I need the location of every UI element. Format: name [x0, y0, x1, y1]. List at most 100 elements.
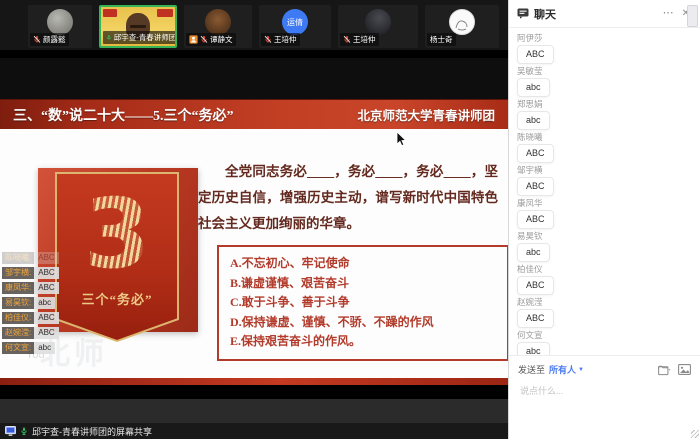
participant-strip: 颜露懿 邱宇查-青春讲师团: [28, 5, 499, 48]
participant-name: 王培仲: [353, 34, 376, 45]
chat-overlay-row: 易昊钦:abc: [2, 297, 59, 309]
participant-name-label: 邱宇查-青春讲师团: [103, 31, 177, 44]
participant-tile-active-speaker[interactable]: 邱宇查-青春讲师团: [99, 5, 177, 48]
more-icon[interactable]: ⋯: [663, 8, 674, 19]
participant-name: 杨士奇: [430, 34, 453, 45]
scrollbar-thumb[interactable]: [687, 5, 698, 27]
mic-muted-icon: [264, 35, 272, 44]
overlay-sender: 赵婉滢:: [2, 327, 34, 339]
badge-pennant-inner: 3 三个“务必”: [57, 174, 177, 340]
participant-tile[interactable]: 杨士奇: [425, 5, 499, 48]
sender-name: 郑思娟: [517, 98, 688, 110]
slide-header-bar: 三、“数”说二十大——5.三个“务必” 北京师范大学青春讲师团: [0, 99, 508, 129]
avatar: [205, 9, 231, 35]
sender-name: 邹宇横: [517, 164, 688, 176]
meeting-window: 颜露懿 邱宇查-青春讲师团: [0, 0, 700, 439]
overlay-text: ABC: [34, 252, 58, 264]
participant-name: 颜露懿: [43, 34, 66, 45]
screen-share-indicator: 邱宇查-青春讲师团的屏幕共享: [0, 423, 508, 439]
chat-overlay-row: 康凤华:ABC: [2, 282, 59, 294]
chat-overlay-list: 陈晓曦:ABC 邹宇横:ABC 康凤华:ABC 易昊钦:abc 柏佳仪:ABC …: [2, 252, 59, 354]
overlay-text: ABC: [34, 327, 58, 339]
chat-message: 康凤华ABC: [517, 197, 688, 229]
mic-muted-icon: [200, 35, 208, 44]
overlay-sender: 柏佳仪:: [2, 312, 34, 324]
overlay-text: abc: [34, 342, 55, 354]
chat-input[interactable]: [518, 385, 695, 397]
slide-body: 3 三个“务必” 全党同志务必____，务必____，务必____，坚定历史自信…: [0, 129, 508, 378]
chat-overlay-row: 邹宇横:ABC: [2, 267, 59, 279]
message-bubble: ABC: [517, 45, 554, 64]
sketch-avatar-icon: [454, 18, 470, 32]
overlay-text: ABC: [34, 282, 58, 294]
option-a: A.不忘初心、牢记使命: [230, 254, 496, 274]
chat-overlay-row: 柏佳仪:ABC: [2, 312, 59, 324]
participant-name-label: 谭静文: [186, 33, 236, 46]
mic-active-icon: [106, 33, 112, 42]
monitor-icon: [5, 426, 16, 436]
badge-pennant: 3 三个“务必”: [55, 172, 179, 342]
chat-message: 吴敏莹abc: [517, 65, 688, 97]
host-badge-icon: [189, 35, 198, 44]
participant-name: 王培仲: [274, 34, 297, 45]
overlay-text: abc: [34, 297, 55, 309]
screenshot-icon[interactable]: [678, 364, 691, 375]
sender-name: 陈晓曦: [517, 131, 688, 143]
message-bubble: ABC: [517, 177, 554, 196]
mic-muted-icon: [33, 35, 41, 44]
slide-paragraph: 全党同志务必____，务必____，务必____，坚定历史自信，增强历史主动，谱…: [198, 159, 498, 237]
message-bubble: abc: [517, 78, 550, 97]
message-bubble: ABC: [517, 210, 554, 229]
participant-name-label: 王培仲: [261, 33, 300, 46]
overlay-sender: 陈晓曦:: [2, 252, 34, 264]
letterbox-top: [0, 58, 508, 99]
chat-icon: [517, 8, 529, 19]
chat-header: 聊天 ⋯ ✕: [509, 0, 700, 28]
overlay-sender: 邹宇横:: [2, 267, 34, 279]
overlay-sender: 何文宣:: [2, 342, 34, 354]
video-banner-right: [157, 9, 173, 17]
participant-tile[interactable]: 王培仲: [338, 5, 418, 48]
resize-handle[interactable]: [691, 430, 699, 438]
sender-name: 吴敏莹: [517, 65, 688, 77]
letterbox-bottom: [0, 385, 508, 399]
sender-name: 易昊钦: [517, 230, 688, 242]
chat-message: 易昊钦abc: [517, 230, 688, 262]
send-to-label: 发送至: [518, 363, 545, 376]
mouse-cursor-icon: [396, 132, 408, 147]
message-bubble: abc: [517, 111, 550, 130]
mic-active-icon: [20, 426, 28, 436]
video-banner-left: [103, 9, 117, 17]
chat-overlay-row: 陈晓曦:ABC: [2, 252, 59, 264]
shared-screen-area: 颜露懿 邱宇查-青春讲师团: [0, 0, 508, 439]
participant-name-label: 王培仲: [340, 33, 379, 46]
chevron-down-icon[interactable]: ▼: [578, 367, 584, 373]
option-d: D.保持谦虚、谨慎、不骄、不躁的作风: [230, 313, 496, 333]
sender-name: 康凤华: [517, 197, 688, 209]
divider-strip: [0, 50, 508, 58]
participant-name-label: 杨士奇: [427, 33, 456, 46]
chat-footer: 发送至 所有人 ▼: [509, 355, 700, 439]
slide-title: 三、“数”说二十大——5.三个“务必”: [13, 105, 234, 125]
participant-tile[interactable]: 运倩 王培仲: [259, 5, 331, 48]
slide-bottom-red-strip: [0, 378, 508, 385]
overlay-text: ABC: [34, 267, 58, 279]
slide-options-box: A.不忘初心、牢记使命 B.谦虚谨慎、艰苦奋斗 C.敢于斗争、善于斗争 D.保持…: [217, 245, 508, 361]
chat-message: 赵婉滢ABC: [517, 296, 688, 328]
avatar: 运倩: [282, 9, 308, 35]
message-bubble: abc: [517, 243, 550, 262]
mic-muted-icon: [343, 35, 351, 44]
file-transfer-icon[interactable]: [658, 364, 671, 376]
participant-tile[interactable]: 颜露懿: [28, 5, 92, 48]
avatar: [365, 9, 391, 35]
avatar: [449, 9, 475, 35]
sender-name: 何文宣: [517, 329, 688, 341]
chat-message-list[interactable]: 阿伊莎ABC 吴敏莹abc 郑思娟abc 陈晓曦ABC 邹宇横ABC 康凤华AB…: [509, 28, 688, 359]
chat-message: 郑思娟abc: [517, 98, 688, 130]
send-to-dropdown[interactable]: 所有人: [549, 363, 576, 376]
sender-name: 柏佳仪: [517, 263, 688, 275]
sender-name: 赵婉滢: [517, 296, 688, 308]
overlay-sender: 康凤华:: [2, 282, 34, 294]
chat-panel: 聊天 ⋯ ✕ 阿伊莎ABC 吴敏莹abc 郑思娟abc 陈晓曦ABC 邹宇横AB…: [508, 0, 700, 439]
participant-tile[interactable]: 谭静文: [184, 5, 252, 48]
